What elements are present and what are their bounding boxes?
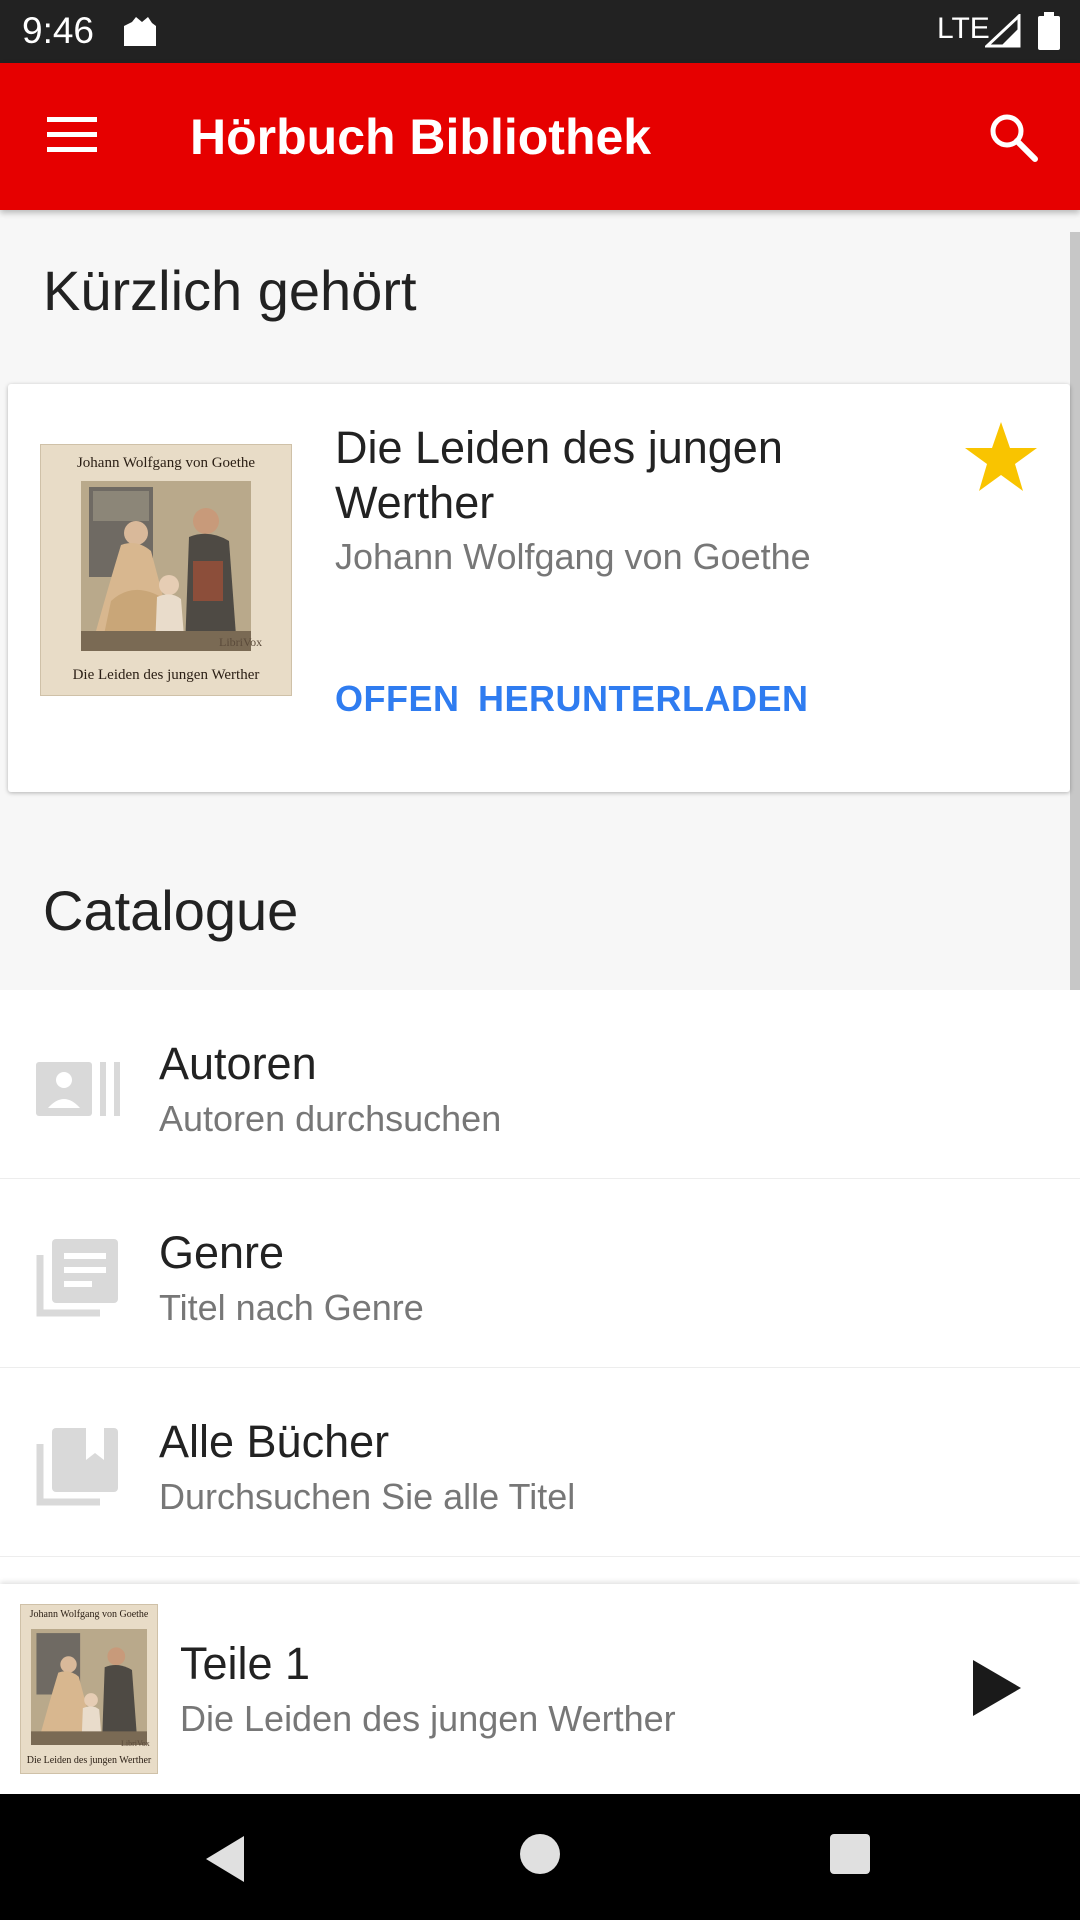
- cover-illustration: [31, 1629, 147, 1745]
- status-time: 9:46: [22, 10, 95, 51]
- catalogue-item-genre[interactable]: Genre Titel nach Genre: [0, 1179, 1080, 1368]
- status-bar: 9:46 LTE: [0, 0, 1080, 63]
- cover-brand: LibriVox: [219, 635, 263, 649]
- player-track-title: Teile 1: [180, 1638, 311, 1689]
- all-books-icon: [36, 1428, 118, 1506]
- cover-title: Die Leiden des jungen Werther: [26, 1755, 152, 1766]
- network-type: LTE: [937, 12, 990, 45]
- catalogue-item-authors[interactable]: Autoren Autoren durchsuchen: [0, 990, 1080, 1179]
- recents-icon[interactable]: [830, 1834, 870, 1874]
- catalogue-item-subtitle: Titel nach Genre: [159, 1287, 424, 1328]
- cover-author: Johann Wolfgang von Goethe: [29, 1609, 149, 1620]
- recent-heading: Kürzlich gehört: [43, 259, 417, 322]
- home-icon[interactable]: [520, 1834, 560, 1874]
- search-icon[interactable]: [985, 109, 1041, 165]
- catalogue-item-all-books[interactable]: Alle Bücher Durchsuchen Sie alle Titel: [0, 1368, 1080, 1557]
- signal-icon: [985, 14, 1021, 48]
- player-book-title: Die Leiden des jungen Werther: [180, 1698, 676, 1739]
- player-cover[interactable]: Johann Wolfgang von Goethe LibriVox Die …: [20, 1604, 158, 1774]
- catalogue-item-subtitle: Autoren durchsuchen: [159, 1098, 502, 1139]
- cover-brand: LibriVox: [121, 1739, 150, 1748]
- app-notification-icon: [124, 17, 156, 46]
- system-nav-bar: [0, 1794, 1080, 1920]
- genre-library-icon: [36, 1239, 118, 1317]
- catalogue-list: Autoren Autoren durchsuchen Genre Titel …: [0, 990, 1080, 1584]
- back-icon[interactable]: [202, 1834, 248, 1884]
- book-author: Johann Wolfgang von Goethe: [335, 536, 811, 577]
- battery-icon: [1038, 12, 1060, 50]
- book-title: Die Leiden des jungen Werther: [335, 422, 783, 528]
- book-cover[interactable]: Johann Wolfgang von Goethe LibriVox Die …: [40, 444, 292, 696]
- catalogue-heading: Catalogue: [43, 879, 299, 942]
- app-title: Hörbuch Bibliothek: [190, 109, 652, 165]
- open-button[interactable]: OFFEN: [335, 678, 460, 720]
- catalogue-item-subtitle: Durchsuchen Sie alle Titel: [159, 1476, 576, 1517]
- cover-illustration: [81, 481, 251, 651]
- star-icon[interactable]: [963, 420, 1039, 494]
- catalogue-item-label: Genre: [159, 1227, 285, 1278]
- catalogue-item-label: Autoren: [159, 1038, 317, 1089]
- cover-author: Johann Wolfgang von Goethe: [76, 455, 256, 471]
- cover-title: Die Leiden des jungen Werther: [72, 667, 260, 683]
- catalogue-item-label: Alle Bücher: [159, 1416, 390, 1467]
- app-bar: Hörbuch Bibliothek: [0, 63, 1080, 210]
- author-card-icon: [36, 1062, 120, 1116]
- mini-player[interactable]: Johann Wolfgang von Goethe LibriVox Die …: [0, 1584, 1080, 1794]
- download-button[interactable]: HERUNTERLADEN: [478, 678, 809, 720]
- menu-icon[interactable]: [45, 113, 101, 157]
- recent-book-card[interactable]: Johann Wolfgang von Goethe LibriVox Die …: [8, 384, 1070, 792]
- play-icon[interactable]: [965, 1656, 1025, 1720]
